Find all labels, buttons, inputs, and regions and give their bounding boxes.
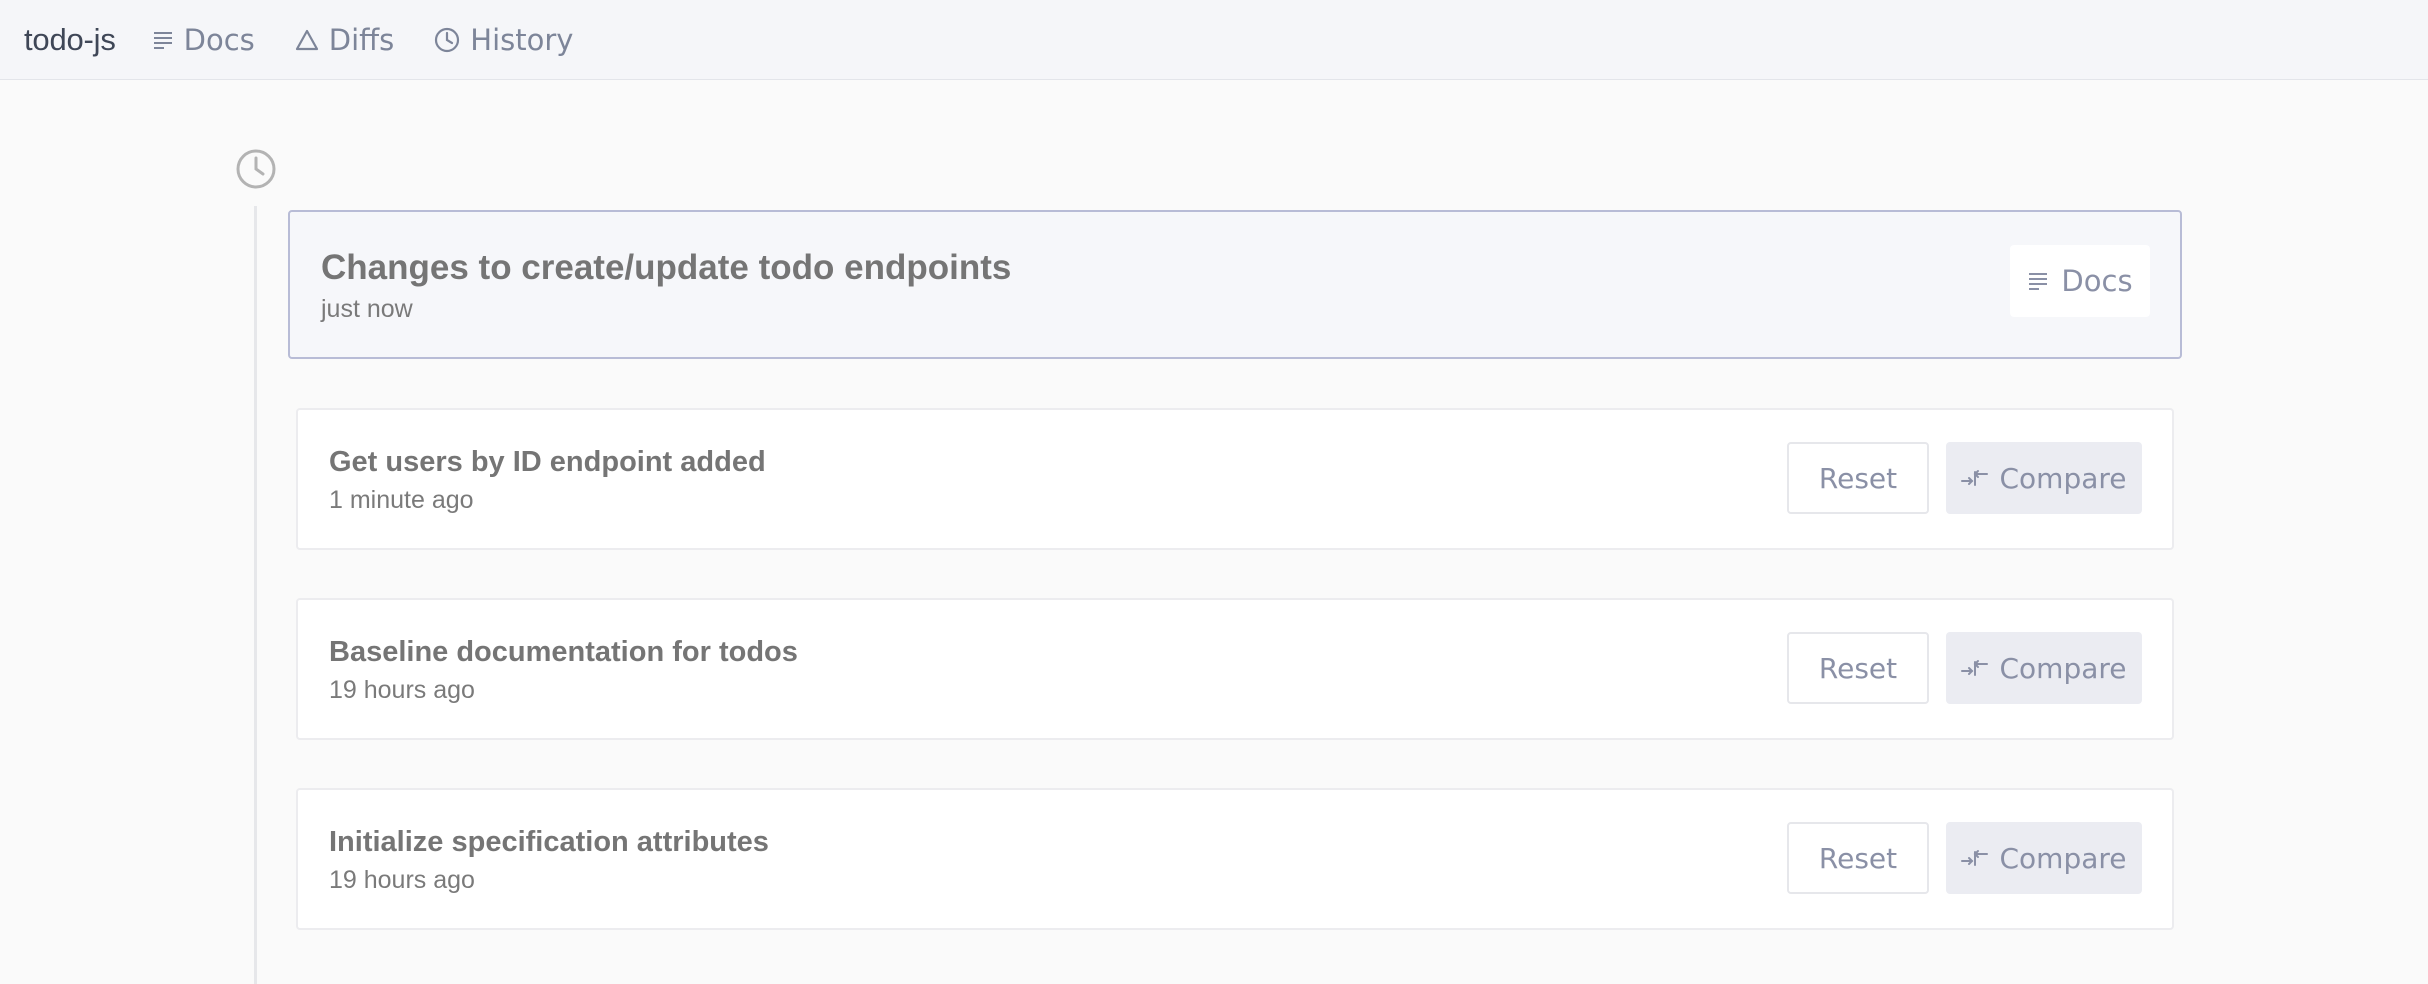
nav-docs[interactable]: Docs [152, 23, 255, 57]
history-entry-title: Initialize specification attributes [329, 826, 769, 858]
app-name[interactable]: todo-js [24, 22, 116, 58]
compare-icon [1961, 660, 1989, 676]
history-entry-time: 1 minute ago [329, 486, 474, 514]
timeline-line [254, 206, 257, 984]
docs-icon [2029, 273, 2048, 290]
clock-icon [435, 27, 460, 52]
history-entry: Baseline documentation for todos 19 hour… [296, 598, 2174, 740]
current-version-card: Changes to create/update todo endpoints … [288, 210, 2182, 359]
nav-history-label: History [470, 22, 574, 57]
nav-history[interactable]: History [434, 23, 573, 57]
history-entry: Initialize specification attributes 19 h… [296, 788, 2174, 930]
compare-icon [1961, 850, 1989, 866]
reset-button[interactable]: Reset [1787, 822, 1929, 894]
top-nav-bar: todo-js Docs Diffs History [0, 0, 2428, 80]
compare-button-label: Compare [1999, 461, 2127, 495]
compare-button-label: Compare [1999, 841, 2127, 875]
docs-icon [153, 31, 172, 49]
nav-diffs[interactable]: Diffs [295, 23, 394, 57]
current-version-time: just now [321, 295, 413, 323]
nav-diffs-label: Diffs [328, 22, 395, 57]
compare-button[interactable]: Compare [1946, 632, 2142, 704]
history-entry: Get users by ID endpoint added 1 minute … [296, 408, 2174, 550]
current-version-title: Changes to create/update todo endpoints [321, 248, 1012, 287]
history-entry-title: Get users by ID endpoint added [329, 446, 766, 478]
compare-icon [1961, 470, 1989, 486]
docs-button-label: Docs [2061, 264, 2133, 298]
history-entry-time: 19 hours ago [329, 866, 475, 894]
compare-button[interactable]: Compare [1946, 822, 2142, 894]
history-entry-time: 19 hours ago [329, 676, 475, 704]
history-entry-title: Baseline documentation for todos [329, 636, 798, 668]
triangle-icon [295, 29, 318, 50]
reset-button[interactable]: Reset [1787, 632, 1929, 704]
compare-button[interactable]: Compare [1946, 442, 2142, 514]
nav-docs-label: Docs [183, 22, 255, 57]
timeline-clock-icon [236, 149, 276, 189]
compare-button-label: Compare [1999, 651, 2127, 685]
docs-button[interactable]: Docs [2010, 245, 2150, 317]
reset-button[interactable]: Reset [1787, 442, 1929, 514]
